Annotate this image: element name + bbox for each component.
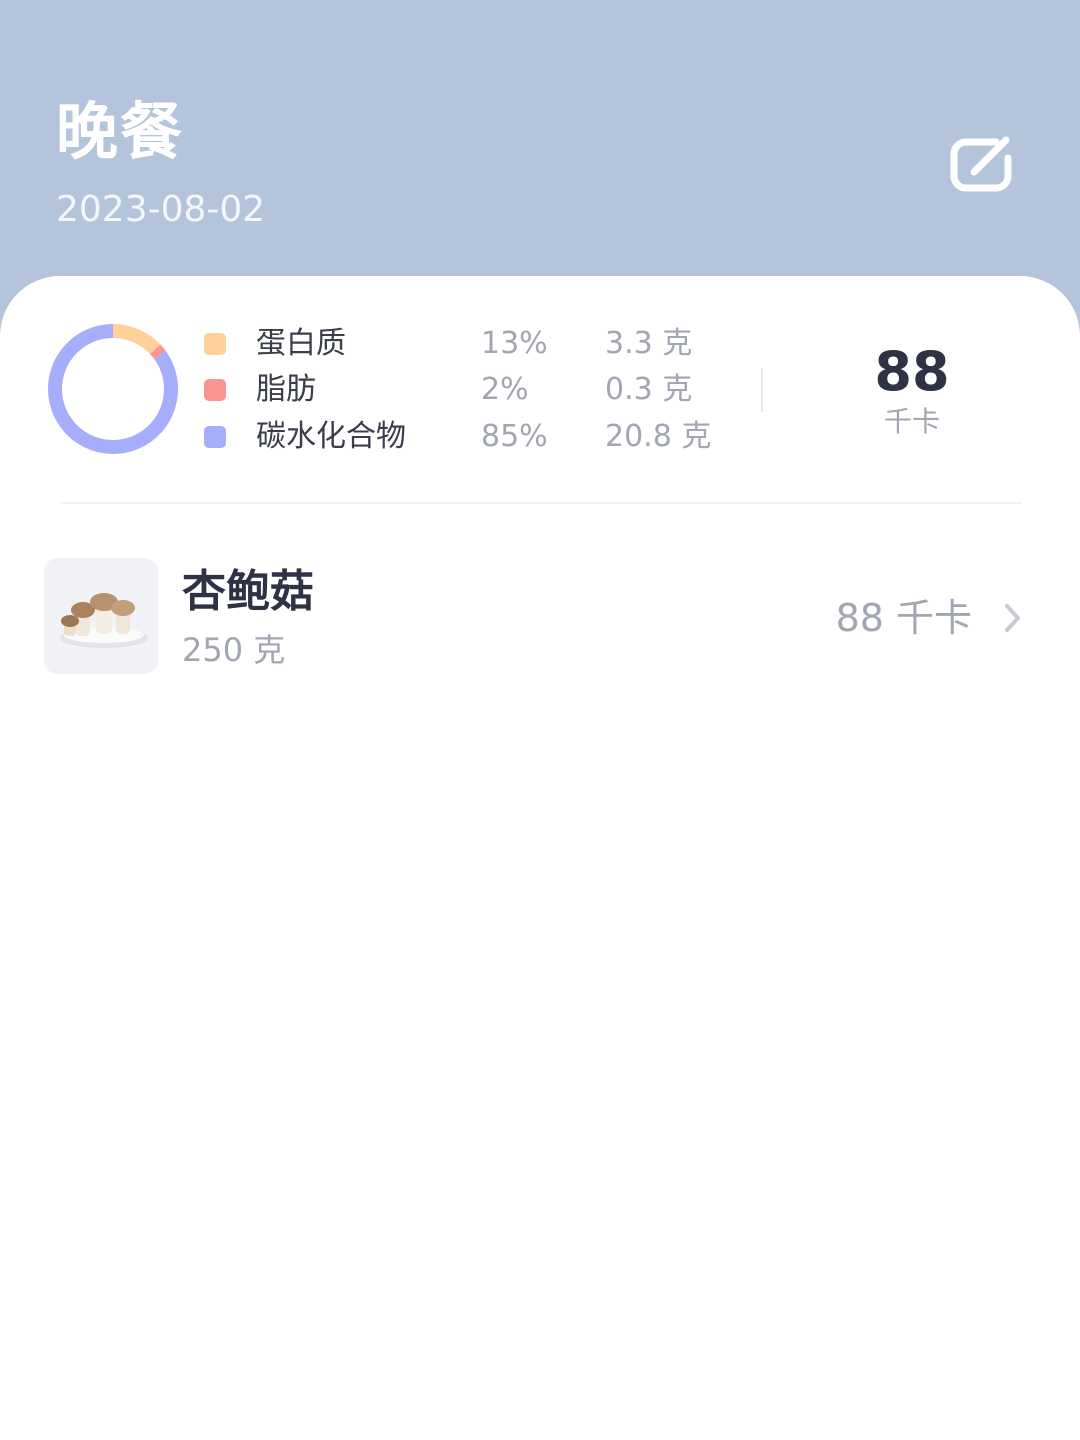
macro-name: 碳水化合物 xyxy=(256,419,406,454)
carbs-color-dot xyxy=(204,426,226,448)
macro-amount: 3.3 克 xyxy=(605,326,693,361)
king-oyster-mushroom-photo xyxy=(44,558,158,674)
section-divider xyxy=(60,502,1022,504)
macro-percent: 2% xyxy=(481,372,529,407)
macro-name: 蛋白质 xyxy=(256,326,346,361)
macro-row-protein: 蛋白质 13% 3.3 克 xyxy=(204,322,724,366)
total-kcal-unit: 千卡 xyxy=(883,405,940,438)
edit-icon xyxy=(950,136,1012,192)
food-name: 杏鲍菇 xyxy=(182,566,314,617)
donut-segment-1 xyxy=(150,344,166,360)
protein-color-dot xyxy=(204,333,226,355)
macro-amount: 0.3 克 xyxy=(605,372,693,407)
macro-row-carbs: 碳水化合物 85% 20.8 克 xyxy=(204,415,724,459)
macro-percent: 85% xyxy=(481,419,548,454)
chevron-right-icon xyxy=(1005,604,1020,632)
food-thumbnail xyxy=(44,558,158,674)
donut-segment-0 xyxy=(112,324,161,355)
fat-color-dot xyxy=(204,379,226,401)
macro-row-fat: 脂肪 2% 0.3 克 xyxy=(204,368,724,412)
total-kcal-value: 88 xyxy=(874,340,950,403)
meal-date: 2023-08-02 xyxy=(56,189,266,230)
macro-percent: 13% xyxy=(481,326,548,361)
macro-amount: 20.8 克 xyxy=(605,419,712,454)
edit-button[interactable] xyxy=(946,128,1016,194)
macro-name: 脂肪 xyxy=(256,372,316,407)
summary-divider xyxy=(761,368,763,412)
food-quantity: 250 克 xyxy=(182,631,286,669)
meal-header: 晚餐 2023-08-02 xyxy=(0,0,1080,320)
food-list-item[interactable]: 杏鲍菇 250 克 88 千卡 xyxy=(44,558,1034,674)
food-kcal: 88 千卡 xyxy=(835,596,972,640)
macro-donut-chart xyxy=(48,324,178,454)
meal-title: 晚餐 xyxy=(56,95,185,168)
